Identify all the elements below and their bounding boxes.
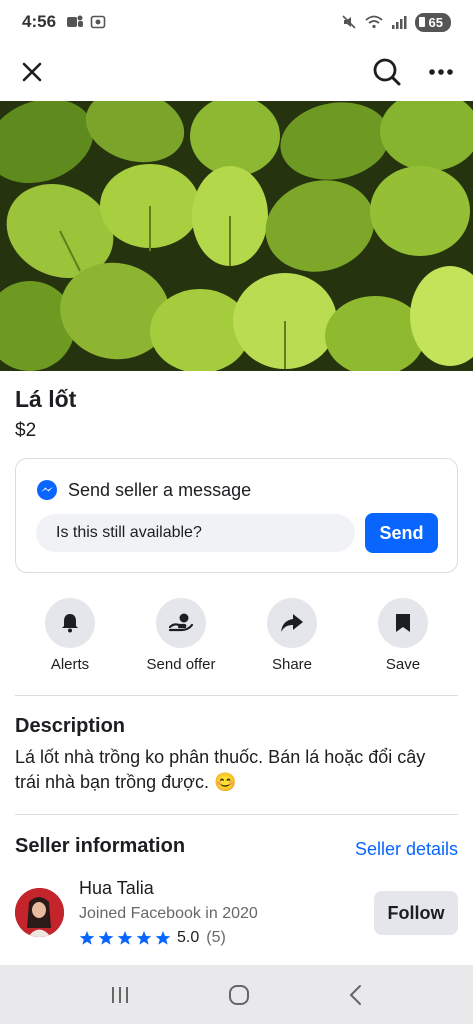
share-icon xyxy=(281,614,303,632)
wifi-icon xyxy=(364,15,383,29)
divider xyxy=(15,695,458,696)
rating-score: 5.0 xyxy=(177,929,200,946)
listing-title: Lá lốt xyxy=(15,386,77,412)
send-button[interactable]: Send xyxy=(365,513,438,553)
share-button[interactable]: Share xyxy=(237,598,347,673)
message-header-label: Send seller a message xyxy=(68,479,252,500)
star-icon xyxy=(155,931,171,945)
status-right-icons: 65 xyxy=(341,12,451,32)
search-button[interactable] xyxy=(369,54,405,90)
betel-leaves-photo xyxy=(0,101,473,371)
alerts-circle[interactable] xyxy=(45,598,95,648)
message-input[interactable] xyxy=(36,514,355,552)
status-left-icons xyxy=(66,14,106,30)
seller-avatar-image xyxy=(15,888,64,937)
more-icon xyxy=(429,69,453,75)
send-offer-circle[interactable] xyxy=(156,598,206,648)
seller-info-title: Seller information xyxy=(15,835,186,857)
description-title: Description xyxy=(15,715,126,737)
description-text: Lá lốt nhà trồng ko phân thuốc. Bán lá h… xyxy=(15,747,426,792)
listing-price: $2 xyxy=(15,420,37,441)
signal-icon xyxy=(391,16,407,29)
status-bar: 4:56 65 xyxy=(0,0,473,44)
bell-icon xyxy=(62,614,78,633)
seller-joined: Joined Facebook in 2020 xyxy=(79,905,258,922)
alerts-button[interactable]: Alerts xyxy=(15,598,125,673)
bookmark-icon xyxy=(396,614,410,632)
messenger-icon xyxy=(37,480,57,500)
star-icon xyxy=(117,931,133,945)
listing-photo[interactable] xyxy=(0,101,473,371)
star-icon xyxy=(98,931,114,945)
mute-icon xyxy=(341,15,356,29)
save-label: Save xyxy=(385,656,421,673)
system-nav-bar xyxy=(0,965,473,1024)
status-time: 4:56 xyxy=(22,12,57,31)
app-bar xyxy=(0,44,473,100)
send-offer-label: Send offer xyxy=(146,656,216,673)
rating-count: (5) xyxy=(206,929,226,946)
seller-details-link[interactable]: Seller details xyxy=(355,839,458,860)
share-circle[interactable] xyxy=(267,598,317,648)
message-header: Send seller a message xyxy=(36,479,251,501)
action-row: Alerts Send offer Share Save xyxy=(15,598,458,673)
seller-rating[interactable]: 5.0 (5) xyxy=(79,929,226,947)
message-card: Send seller a message Send xyxy=(15,458,458,573)
screen-record-icon xyxy=(90,15,106,29)
seller-name[interactable]: Hua Talia xyxy=(79,878,154,899)
save-circle[interactable] xyxy=(378,598,428,648)
alerts-label: Alerts xyxy=(50,656,90,673)
divider xyxy=(15,814,458,815)
save-button[interactable]: Save xyxy=(348,598,458,673)
star-icon xyxy=(79,931,95,945)
recent-apps-icon[interactable] xyxy=(109,985,131,1005)
back-icon[interactable] xyxy=(348,984,364,1006)
follow-button[interactable]: Follow xyxy=(374,891,458,935)
star-icon xyxy=(136,931,152,945)
close-icon xyxy=(22,62,42,82)
more-button[interactable] xyxy=(423,54,459,90)
close-button[interactable] xyxy=(14,54,50,90)
battery-icon: 65 xyxy=(414,12,451,32)
home-icon[interactable] xyxy=(228,984,250,1006)
search-icon xyxy=(373,58,401,86)
send-offer-button[interactable]: Send offer xyxy=(126,598,236,673)
teams-icon xyxy=(67,15,84,27)
share-label: Share xyxy=(271,656,313,673)
offer-icon xyxy=(168,613,194,632)
avatar[interactable] xyxy=(15,888,64,937)
